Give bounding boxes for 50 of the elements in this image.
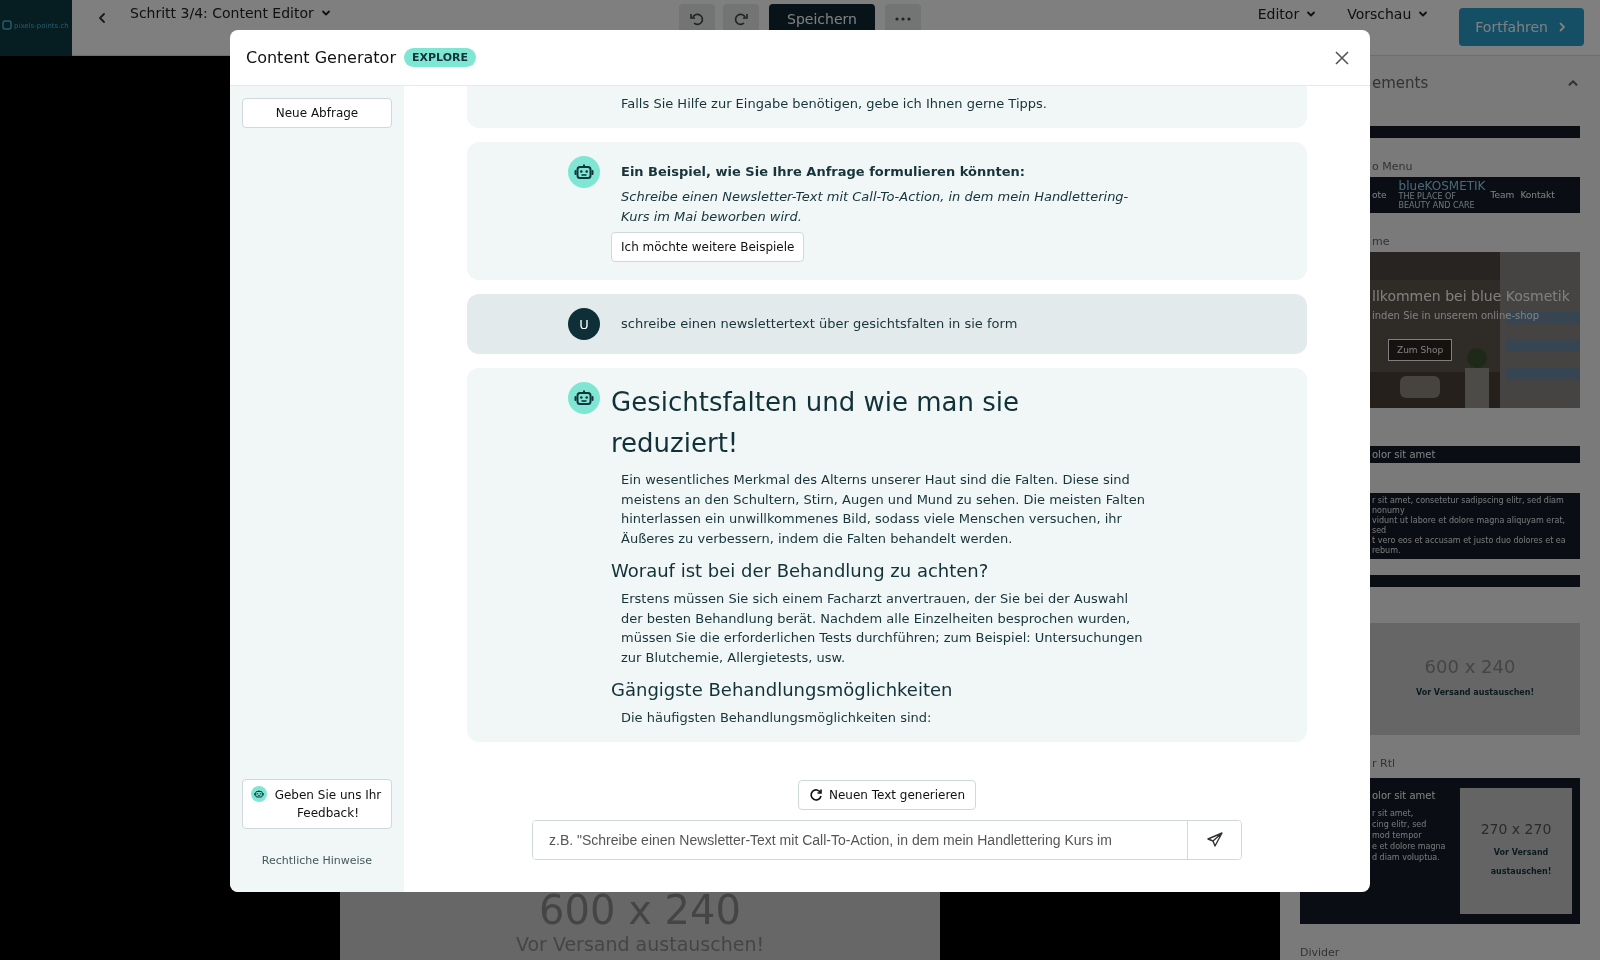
robot-icon xyxy=(251,786,267,802)
redo-icon xyxy=(733,11,750,27)
logo-icon xyxy=(2,20,12,30)
response-heading: Gesichtsfalten und wie man sie reduziert! xyxy=(611,386,1020,460)
template-heading: olor sit amet xyxy=(1372,789,1437,803)
step-dropdown[interactable]: Schritt 3/4: Content Editor xyxy=(130,5,332,21)
message-text: Falls Sie Hilfe zur Eingabe benötigen, gebe ich Ihnen gerne Tipps. xyxy=(620,95,1047,113)
example-prompt: Schreibe einen Newsletter-Text mit Call-To-Action, in dem mein Handlettering-Kurs im Mai beworben wird. xyxy=(620,188,1130,226)
send-icon xyxy=(1206,832,1223,848)
message-text: schreibe einen newslettertext über gesichtsfalten in sie form xyxy=(620,315,1018,334)
logo-tagline: THE PLACE OF BEAUTY AND CARE xyxy=(1398,192,1476,210)
preview-dropdown[interactable]: Vorschau xyxy=(1341,5,1436,23)
editor-dropdown[interactable]: Editor xyxy=(1251,5,1324,23)
dialog-title: Content Generator xyxy=(246,48,396,67)
legal-link[interactable]: Rechtliche Hinweise xyxy=(242,853,392,868)
placeholder-note: Vor Versand austauschen! xyxy=(1414,686,1535,699)
back-icon xyxy=(96,12,108,24)
user-avatar: U xyxy=(568,308,600,340)
element-label: Divider xyxy=(1300,946,1340,959)
robot-icon xyxy=(568,382,600,414)
message-text: Ein wesentliches Merkmal des Alterns unserer Haut sind die Falten. Diese sind meistens an den Schultern, Stirn, Augen und Mund zu sehen. Die meisten Falten hinterlassen ein unwillkommenes Bild, sodass viele Menschen versuchen, ihr Äußeres zu verbessern, indem die Falten behandelt werden. xyxy=(620,471,1146,548)
explore-badge: EXPLORE xyxy=(403,48,476,67)
send-button[interactable] xyxy=(1187,821,1241,859)
placeholder-size: 270 x 270 xyxy=(1480,820,1552,837)
feedback-button[interactable]: Geben Sie uns Ihr Feedback! xyxy=(242,779,392,829)
element-label: r Rtl xyxy=(1372,757,1396,770)
more-examples-button[interactable]: Ich möchte weitere Beispiele xyxy=(611,232,805,262)
menu-link: Team xyxy=(1490,190,1515,200)
robot-icon xyxy=(568,155,600,188)
section-heading: Worauf ist bei der Behandlung zu achten? xyxy=(611,560,989,581)
hero-subtitle: inden Sie in unserem online-shop xyxy=(1372,310,1539,321)
message-title: Ein Beispiel, wie Sie Ihre Anfrage formulieren könnten: xyxy=(620,162,1025,181)
panel-title: ements xyxy=(1372,74,1429,92)
message-text: Die häufigsten Behandlungsmöglichkeiten sind: xyxy=(620,709,932,727)
message-text: Erstens müssen Sie sich einem Facharzt anvertrauen, der Sie bei der Auswahl der besten Behandlung berät. Nachdem alle Einzelheiten besprochen wurden, müssen Sie die erforderlichen Tests durchführen; zum Beispiel: Untersuchungen zur Blutchemie, Allergietests, usw. xyxy=(620,590,1144,667)
new-query-button[interactable]: Neue Abfrage xyxy=(242,98,392,128)
placeholder-note: Vor Versand austauschen! xyxy=(1489,846,1553,878)
element-label: me xyxy=(1372,235,1390,248)
template-text: r sit amet, cing elitr, sed mod tempor e et dolore magna d diam voluptua. xyxy=(1372,808,1447,863)
shop-button[interactable]: Zum Shop xyxy=(1388,339,1453,361)
element-label: o Menu xyxy=(1372,160,1413,173)
close-icon xyxy=(1334,49,1350,66)
menu-link: ote xyxy=(1372,190,1387,200)
more-icon xyxy=(894,17,911,21)
prompt-field[interactable]: z.B. "Schreibe einen Newsletter-Text mit Call-To-Action, in dem mein Handlettering Kurs im xyxy=(532,820,1242,860)
refresh-icon xyxy=(808,788,823,802)
regenerate-button[interactable]: Neuen Text generieren xyxy=(797,780,977,810)
menu-link: Kontakt xyxy=(1520,190,1555,200)
undo-icon xyxy=(689,11,706,27)
section-heading: Gängigste Behandlungsmöglichkeiten xyxy=(611,679,953,700)
